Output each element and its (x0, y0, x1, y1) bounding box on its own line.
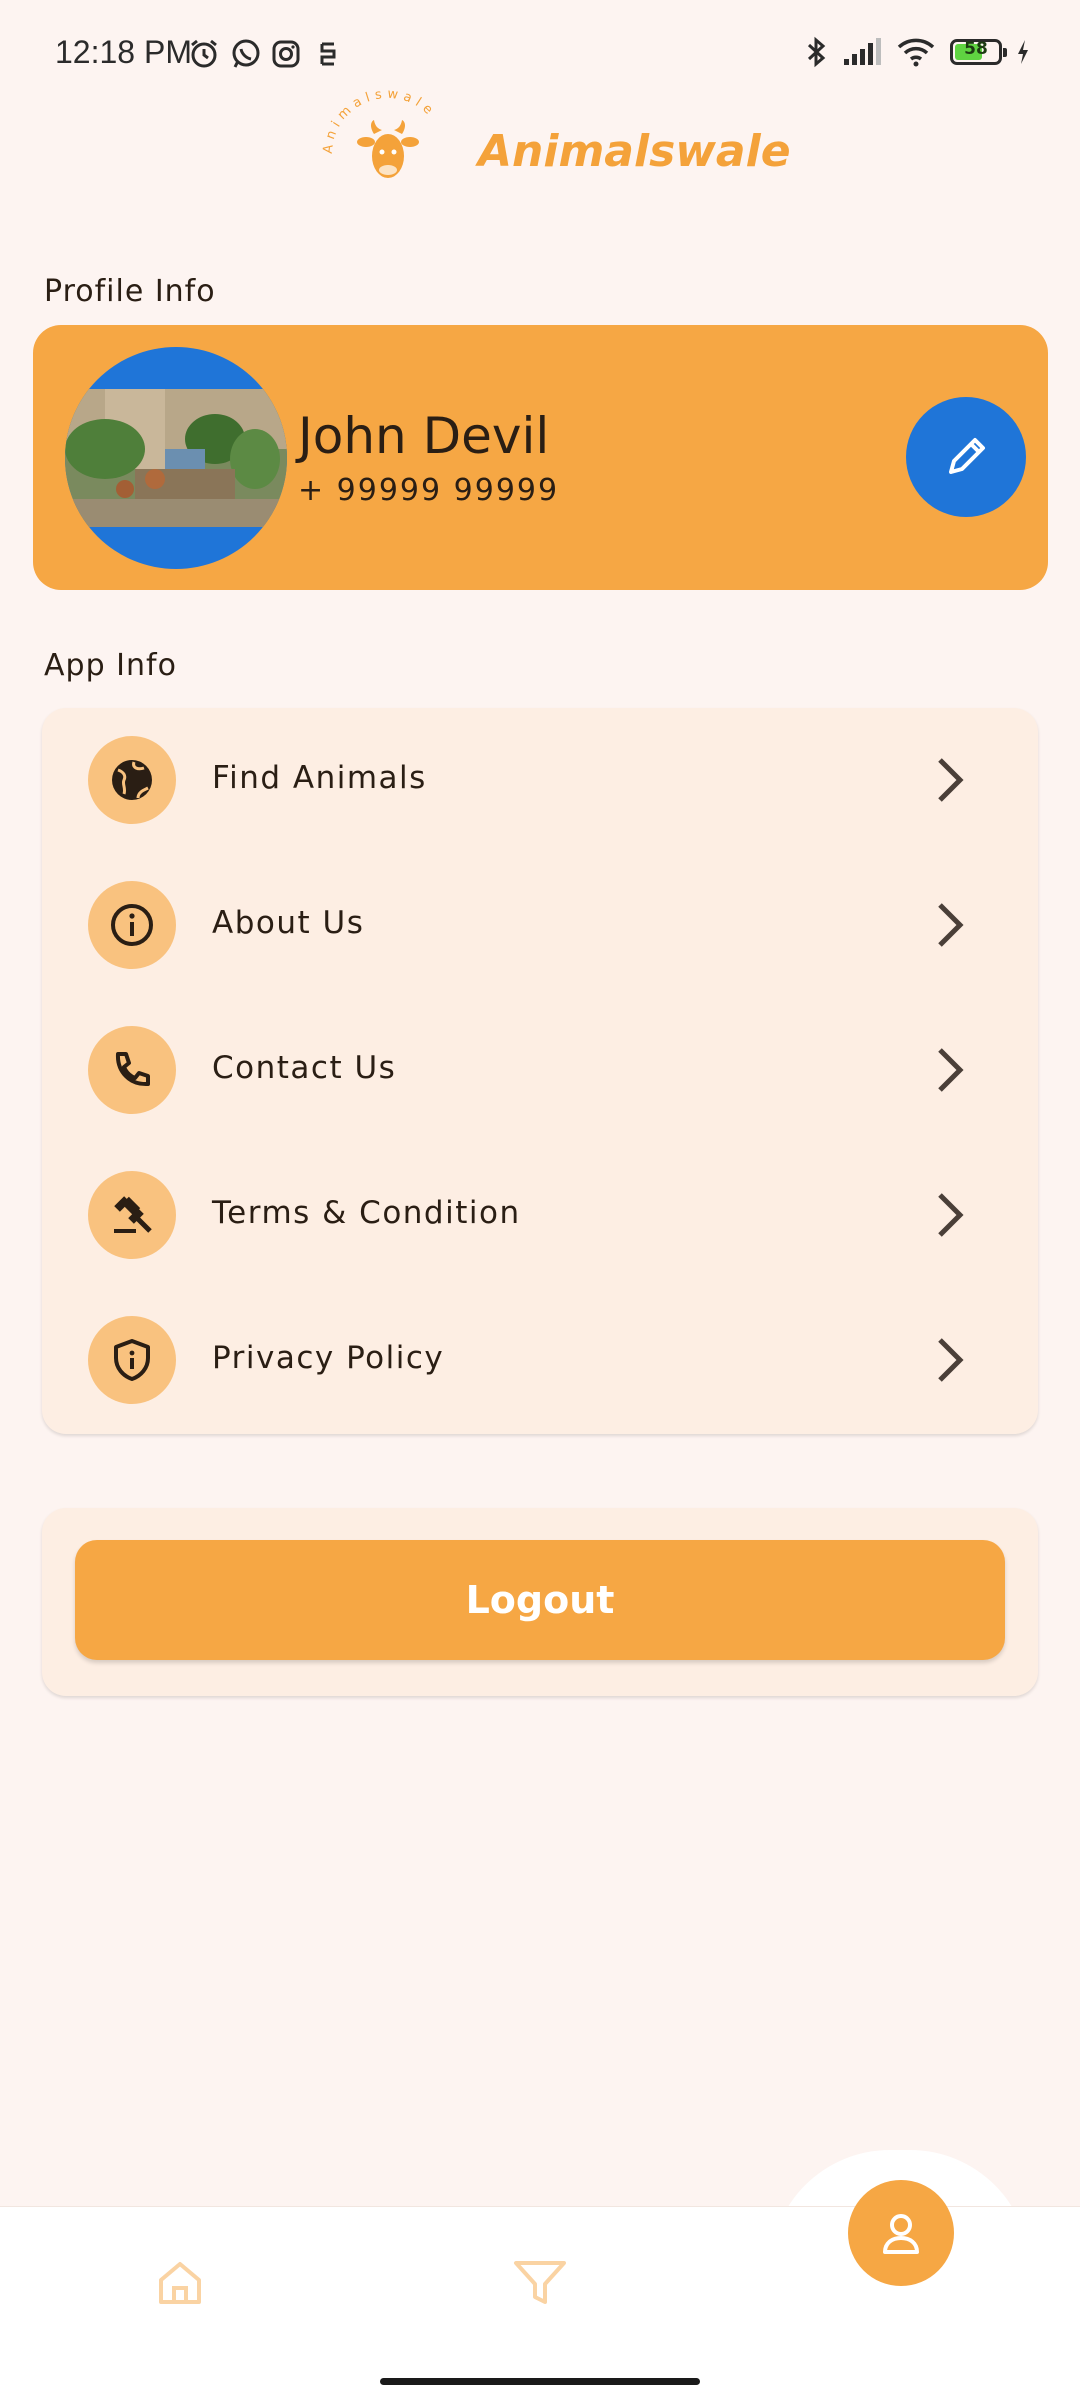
app-notification-icon (320, 42, 336, 66)
chevron-right-icon (938, 1048, 964, 1092)
menu-item-find-animals[interactable]: Find Animals (42, 708, 1038, 853)
shield-icon (114, 1339, 150, 1381)
menu-item-label: About Us (212, 905, 365, 941)
signal-icon (844, 38, 881, 65)
profile-section-title: Profile Info (44, 274, 216, 309)
battery-icon: 58 (950, 39, 1007, 65)
battery-level: 58 (964, 39, 988, 59)
edit-profile-button[interactable] (906, 397, 1026, 517)
app-info-card: Find Animals About Us Contact Us Terms &… (42, 708, 1038, 1434)
pencil-icon (949, 438, 985, 474)
instagram-icon (272, 40, 300, 68)
info-icon (111, 904, 153, 946)
logout-card: Logout (42, 1508, 1038, 1696)
whatsapp-icon (232, 39, 260, 68)
filter-icon[interactable] (512, 2258, 568, 2308)
phone-icon (115, 1052, 150, 1087)
menu-item-privacy-policy[interactable]: Privacy Policy (42, 1288, 1038, 1433)
app-info-section-title: App Info (44, 648, 177, 683)
status-time: 12:18 PM (55, 34, 192, 70)
brand-name: Animalswale (478, 126, 791, 177)
avatar[interactable] (65, 347, 287, 569)
logout-button[interactable]: Logout (75, 1540, 1005, 1660)
chevron-right-icon (938, 758, 964, 802)
status-bar: 12:18 PM 58 (0, 0, 1080, 112)
globe-icon (112, 760, 152, 800)
gavel-icon (114, 1196, 152, 1233)
avatar-photo (65, 389, 287, 527)
brand-logo: Animalswale (321, 87, 434, 178)
menu-item-contact-us[interactable]: Contact Us (42, 998, 1038, 1143)
alarm-icon (191, 39, 217, 68)
menu-item-label: Privacy Policy (212, 1340, 445, 1376)
profile-card: John Devil + 99999 99999 (33, 325, 1048, 590)
chevron-right-icon (938, 1338, 964, 1382)
menu-item-label: Terms & Condition (212, 1195, 521, 1231)
nav-profile-button[interactable] (848, 2180, 954, 2286)
home-icon[interactable] (155, 2258, 205, 2308)
bluetooth-icon (807, 36, 826, 68)
wifi-icon (897, 38, 935, 67)
charging-icon (1018, 40, 1028, 64)
menu-item-label: Find Animals (212, 760, 427, 796)
menu-item-terms[interactable]: Terms & Condition (42, 1143, 1038, 1288)
chevron-right-icon (938, 903, 964, 947)
menu-item-label: Contact Us (212, 1050, 397, 1086)
profile-phone: + 99999 99999 (298, 473, 560, 508)
profile-name: John Devil (298, 407, 550, 465)
home-indicator (380, 2378, 700, 2385)
chevron-right-icon (938, 1193, 964, 1237)
profile-icon (883, 2214, 919, 2254)
menu-item-about-us[interactable]: About Us (42, 853, 1038, 998)
